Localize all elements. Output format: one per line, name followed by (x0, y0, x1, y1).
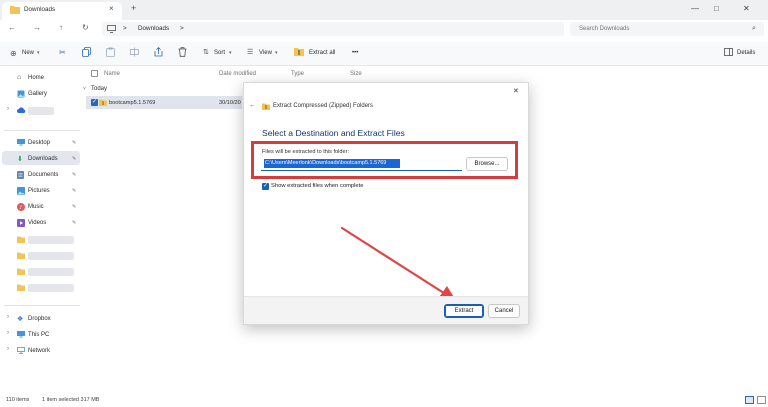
dialog-back-icon[interactable]: ← (249, 102, 256, 109)
show-files-label[interactable]: Show extracted files when complete (271, 183, 363, 189)
dialog-close-icon[interactable]: ✕ (513, 87, 519, 95)
show-files-checkbox[interactable]: ✓ (262, 183, 269, 190)
dialog-heading: Select a Destination and Extract Files (262, 128, 405, 138)
highlight-box (251, 141, 518, 179)
dialog-footer (244, 296, 528, 324)
extract-button[interactable]: Extract (444, 304, 484, 318)
dialog-title: Extract Compressed (Zipped) Folders (273, 103, 374, 109)
zip-folder-icon (262, 103, 270, 112)
cancel-button[interactable]: Cancel (488, 304, 520, 318)
